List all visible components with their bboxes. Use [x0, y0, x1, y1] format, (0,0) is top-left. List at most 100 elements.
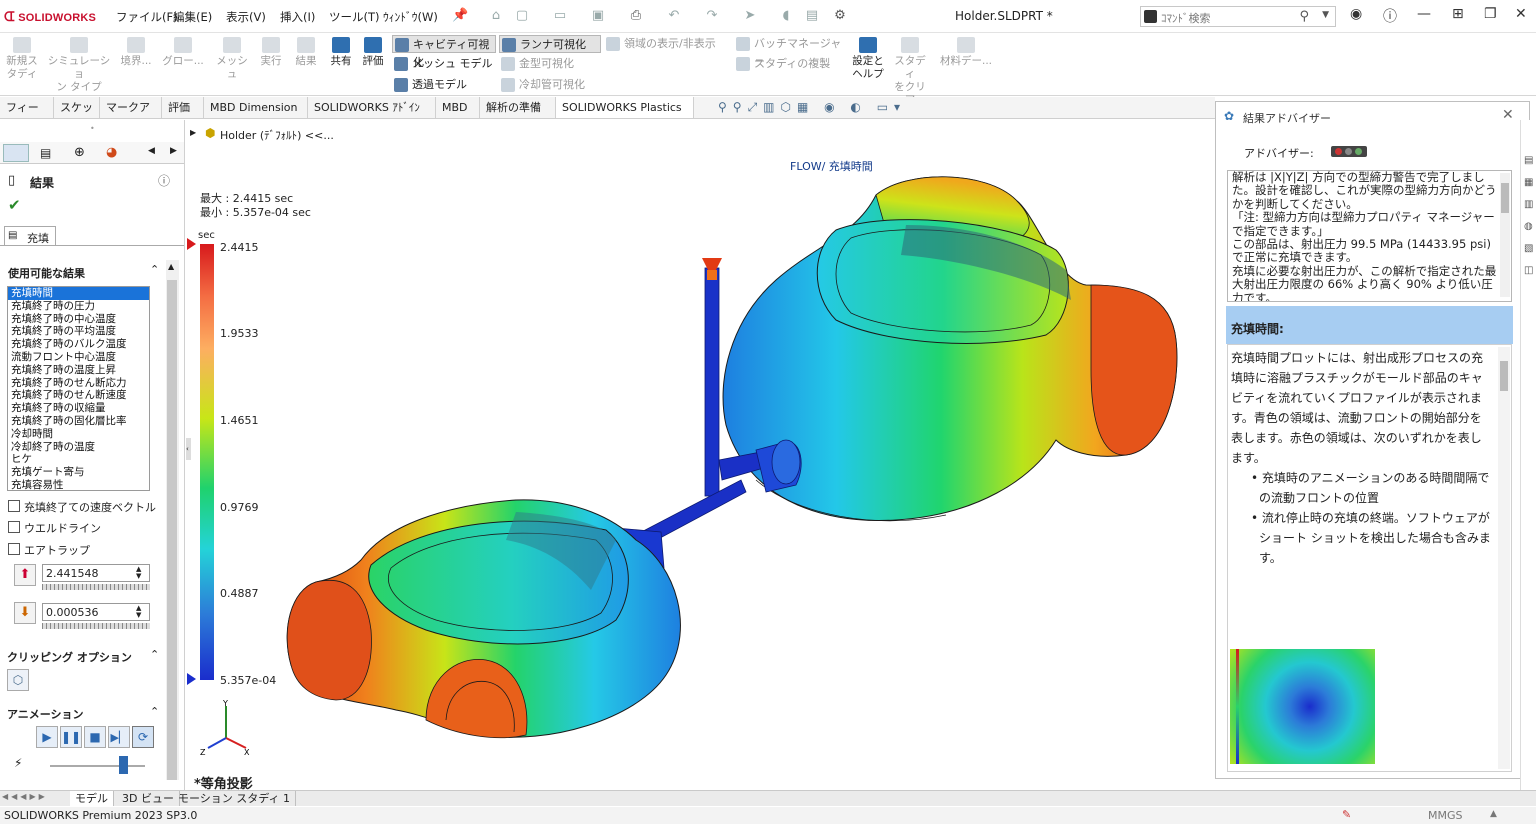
messages-scrollbar[interactable] — [1500, 173, 1510, 297]
batch-manager-button[interactable]: バッチマネージャー — [734, 35, 844, 68]
min-spinner-icon[interactable]: ▲ ▼ — [136, 605, 141, 619]
max-slider[interactable] — [42, 584, 150, 590]
max-value-input[interactable]: 2.441548 — [42, 564, 150, 582]
tab-model[interactable]: モデル — [70, 791, 114, 806]
copy-study-button[interactable]: スタディの複製 — [734, 55, 844, 73]
play-icon[interactable]: ▶ — [36, 726, 58, 748]
tab-solidworks-plastics[interactable]: SOLIDWORKS Plastics — [556, 97, 694, 118]
help-icon[interactable]: ⓘ — [158, 172, 170, 189]
clipping-cube-icon[interactable]: ⬡ — [7, 669, 29, 691]
result-item[interactable]: 冷却終了時の温度 — [8, 441, 149, 454]
simulation-type-button[interactable]: シミュレーション タイプ — [46, 37, 112, 94]
evaluate-button[interactable]: 評価 — [358, 37, 388, 68]
view-toolbar-icons[interactable]: ⚲⚲⤢▥⬡▦ ◉ ◐ ▭▾ — [718, 100, 906, 115]
ok-check-icon[interactable]: ✔ — [8, 196, 21, 214]
max-spinner-icon[interactable]: ▲ ▼ — [136, 566, 141, 580]
menu-insert[interactable]: 挿入(I) — [280, 9, 315, 25]
scroll-thumb[interactable] — [167, 280, 177, 780]
tab-3d-view[interactable]: 3D ビュー — [117, 791, 180, 806]
tab-evaluate[interactable]: 評価 — [162, 97, 204, 118]
runner-visualization-toggle[interactable]: ランナ可視化 — [499, 35, 601, 53]
tile-icon[interactable]: ⊞ — [1452, 6, 1464, 22]
help-scrollbar[interactable] — [1498, 347, 1510, 769]
tab-features[interactable]: フィーチャー — [0, 97, 54, 135]
tab-markup[interactable]: マークアップ — [100, 97, 162, 135]
scroll-up-icon[interactable]: ▲ — [168, 262, 174, 271]
property-manager-tab-icon[interactable]: ▤ — [40, 146, 51, 160]
unit-menu-icon[interactable]: ▲ — [1490, 809, 1497, 819]
mold-visualization-toggle[interactable]: 金型可視化 — [499, 55, 601, 73]
domain-show-hide-toggle[interactable]: 領域の表示/非表示 — [604, 35, 726, 53]
panel-scrollbar[interactable]: ▲ — [166, 260, 179, 780]
speed-slider-handle[interactable] — [119, 756, 128, 774]
minimize-icon[interactable]: — — [1417, 6, 1431, 22]
undo-icon[interactable]: ↶ — [666, 8, 682, 24]
solidworks-logo[interactable]: ᗭ SOLIDWORKS — [4, 9, 96, 25]
tab-navigation-icons[interactable]: ◀◀◀▶▶ — [2, 792, 48, 801]
rebuild-icon[interactable]: ◖ — [778, 8, 794, 24]
material-database-button[interactable]: 材料デー... — [936, 37, 996, 68]
max-marker-icon[interactable]: ⬆ — [14, 564, 36, 586]
clipping-collapse-icon[interactable]: ⌃ — [150, 648, 159, 661]
gear-icon[interactable]: ⚙ — [832, 8, 848, 24]
fill-tab[interactable]: ▤ 充填 — [4, 226, 56, 246]
tab-mbd-dimension[interactable]: MBD Dimension — [204, 97, 308, 118]
result-item[interactable]: 充填終了時の収縮量 — [8, 402, 149, 415]
result-item[interactable]: ヒケ — [8, 453, 149, 466]
close-icon[interactable]: ✕ — [1515, 6, 1527, 22]
file-properties-icon[interactable]: ▤ — [804, 8, 820, 24]
axis-triad-icon[interactable]: Y X Z — [200, 700, 252, 756]
new-icon[interactable]: ▢ — [514, 8, 530, 24]
min-value-input[interactable]: 0.000536 — [42, 603, 150, 621]
tab-sketch[interactable]: スケッチ — [54, 97, 100, 135]
air-trap-checkbox[interactable] — [8, 543, 20, 555]
command-search-input[interactable]: ｺﾏﾝﾄﾞ検索 ⚲ ▼ — [1140, 6, 1336, 27]
pause-icon[interactable]: ❚❚ — [60, 726, 82, 748]
result-item[interactable]: 充填終了時の固化層比率 — [8, 415, 149, 428]
speed-slider-track[interactable] — [50, 765, 145, 767]
menu-edit[interactable]: 編集(E) — [173, 9, 212, 25]
new-study-button[interactable]: 新規ス タディ — [4, 37, 40, 81]
result-item[interactable]: 充填終了時の温度上昇 — [8, 364, 149, 377]
open-icon[interactable]: ▭ — [552, 8, 568, 24]
restore-icon[interactable]: ❐ — [1484, 6, 1497, 22]
loop-icon[interactable]: ⟳ — [132, 726, 154, 748]
cavity-visualization-toggle[interactable]: キャビティ可視化 — [392, 35, 496, 69]
tab-mbd[interactable]: MBD — [436, 97, 480, 118]
menu-tools[interactable]: ツール(T) — [329, 9, 380, 25]
global-button[interactable]: グロー... — [160, 37, 206, 68]
print-icon[interactable]: ⎙ — [628, 8, 644, 24]
min-slider[interactable] — [42, 623, 150, 629]
result-item[interactable]: 充填終了時のバルク温度 — [8, 338, 149, 351]
velocity-vector-checkbox[interactable] — [8, 500, 20, 512]
result-item[interactable]: 充填容易性 — [8, 479, 149, 490]
menu-view[interactable]: 表示(V) — [226, 9, 266, 25]
settings-help-button[interactable]: 設定と ヘルプ — [848, 37, 888, 81]
unit-system[interactable]: MMGS — [1428, 809, 1463, 822]
mesh-model-toggle[interactable]: メッシュ モデル — [392, 55, 496, 73]
chevron-down-icon[interactable]: ▼ — [1322, 10, 1329, 20]
coolant-visualization-toggle[interactable]: 冷却管可視化 — [499, 76, 601, 94]
result-item[interactable]: 充填終了時の圧力 — [8, 300, 149, 313]
collapse-icon[interactable]: ⌃ — [150, 263, 159, 276]
mesh-button[interactable]: メッシュ — [212, 37, 252, 81]
home-icon[interactable]: ⌂ — [488, 8, 504, 24]
pin-icon[interactable]: 📌 — [452, 8, 468, 24]
weld-line-checkbox[interactable] — [8, 521, 20, 533]
tab-motion-study[interactable]: モーション スタディ 1 — [173, 791, 297, 806]
save-icon[interactable]: ▣ — [590, 8, 606, 24]
menu-file[interactable]: ファイル(F) — [116, 9, 178, 25]
feature-manager-tab-icon[interactable] — [3, 144, 29, 162]
close-icon[interactable]: ✕ — [1502, 107, 1514, 123]
redo-icon[interactable]: ↷ — [704, 8, 720, 24]
menu-window[interactable]: ｳｨﾝﾄﾞｳ(W) — [383, 9, 438, 25]
appearance-tab-icon[interactable]: ◕ — [106, 145, 117, 160]
animation-collapse-icon[interactable]: ⌃ — [150, 705, 159, 718]
splitter-dot[interactable]: • — [90, 124, 95, 133]
result-item[interactable]: 充填終了時のせん断速度 — [8, 389, 149, 402]
configuration-manager-tab-icon[interactable]: ⊕ — [74, 145, 85, 160]
select-icon[interactable]: ➤ — [742, 8, 758, 24]
result-item[interactable]: 充填ゲート寄与 — [8, 466, 149, 479]
tab-scroll-right-icon[interactable]: ▶ — [170, 146, 177, 156]
min-marker-icon[interactable]: ⬇ — [14, 602, 36, 624]
